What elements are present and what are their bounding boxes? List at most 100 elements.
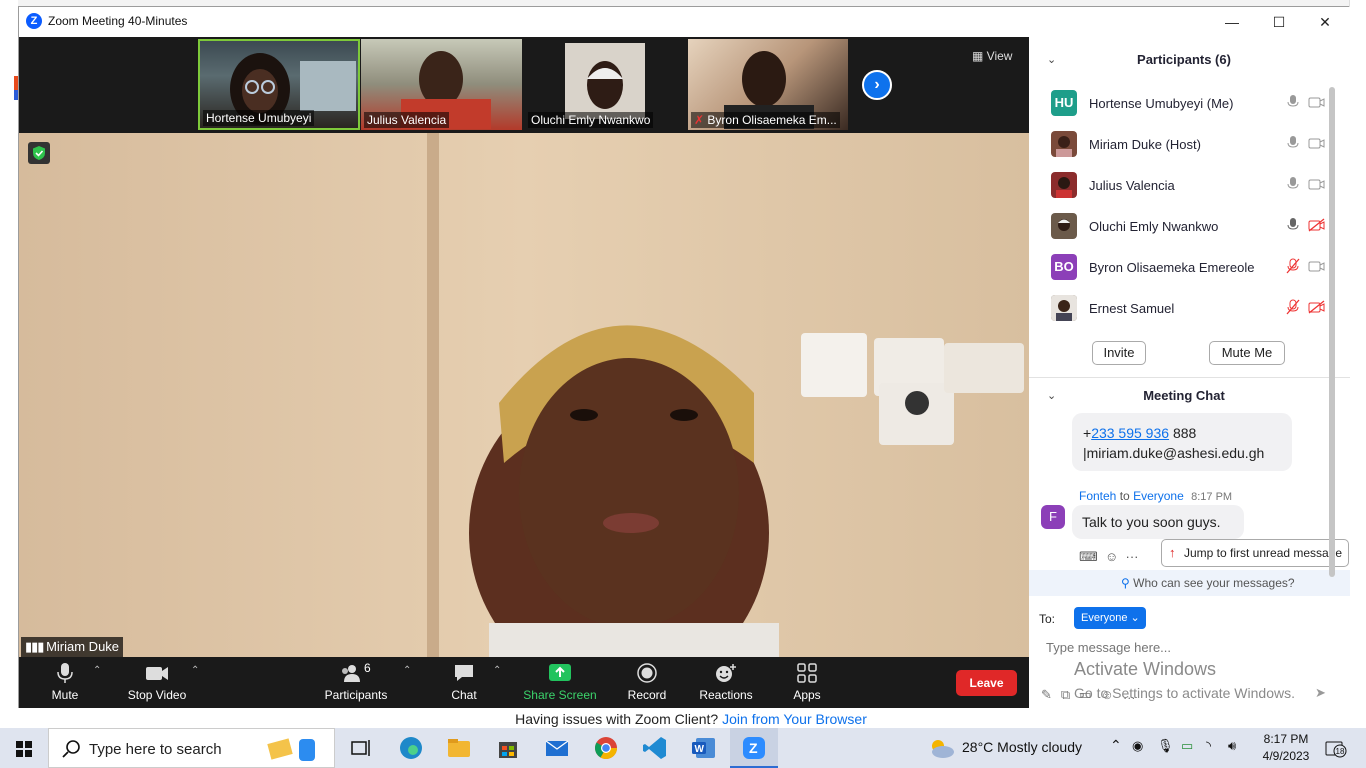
record-button[interactable]: Record [625,662,669,702]
participant-row[interactable]: Julius Valencia [1049,170,1331,200]
volume-icon[interactable]: 🔊︎ [1228,738,1236,754]
chat-message-input[interactable] [1046,637,1336,657]
participant-name: Miriam Duke (Host) [1089,137,1201,152]
participant-row[interactable]: Oluchi Emly Nwankwo [1049,211,1331,241]
audio-options-chevron-icon[interactable]: ⌃ [93,665,101,676]
to-label: To: [1039,612,1056,626]
video-off-icon[interactable] [1308,299,1326,315]
jump-to-unread-button[interactable]: ↑ Jump to first unread message [1161,539,1349,567]
zoom-taskbar-button[interactable]: Z [730,728,778,768]
microphone-icon[interactable] [1286,94,1300,110]
chevron-down-icon: ⌄ [1130,612,1140,624]
mute-me-button[interactable]: Mute Me [1209,341,1285,365]
send-icon[interactable]: ➤ [1315,685,1337,703]
windows-start-icon[interactable] [10,734,38,762]
maximize-button[interactable]: ☐ [1256,7,1302,37]
chrome-icon[interactable] [592,734,620,762]
battery-icon[interactable]: ▭ [1181,738,1193,754]
minimize-button[interactable]: — [1209,7,1255,37]
video-options-chevron-icon[interactable]: ⌃ [191,665,199,676]
share-screen-button[interactable]: Share Screen [521,662,599,702]
zoom-app-icon: Z [743,737,765,759]
vscode-icon[interactable] [641,734,669,762]
chat-options-chevron-icon[interactable]: ⌃ [493,665,501,676]
sender-name[interactable]: Fonteh [1079,489,1116,503]
close-button[interactable]: ✕ [1302,7,1348,37]
format-icon[interactable]: ✎ [1041,687,1061,702]
microphone-icon[interactable] [1286,217,1300,233]
participant-name: Oluchi Emly Nwankwo [1089,219,1219,234]
video-camera-icon[interactable] [1308,258,1326,274]
microphone-in-use-icon[interactable]: 🎙︎ [1157,738,1174,754]
chat-panel-title: Meeting Chat [1143,388,1225,403]
active-speaker-video: ▮▮▮ Miriam Duke [19,133,1029,657]
encryption-shield-icon[interactable] [28,142,50,164]
chat-button[interactable]: Chat [447,662,481,702]
participants-button[interactable]: 6 Participants [321,662,391,702]
participant-row[interactable]: BO Byron Olisaemeka Emereole [1049,252,1331,282]
invite-button[interactable]: Invite [1092,341,1146,365]
search-highlight-icon [267,738,315,761]
participants-icon: 6 [342,662,371,682]
task-view-icon[interactable] [347,734,375,762]
reply-icon[interactable]: ⌨ [1079,549,1098,564]
wifi-icon[interactable]: ◝ [1206,738,1211,754]
microphone-icon [57,663,73,683]
who-can-see-link[interactable]: ⚲ Who can see your messages? [1029,570,1350,596]
thumbnail-julius[interactable]: Julius Valencia [361,39,522,130]
screenshot-icon[interactable]: ⧉ [1061,687,1079,702]
weather-cloudy-icon[interactable] [926,736,956,760]
mic-muted-icon[interactable] [1286,258,1300,274]
view-button[interactable]: ▦ View [972,49,1012,63]
taskbar-clock[interactable]: 8:17 PM 4/9/2023 [1256,731,1316,765]
video-camera-icon[interactable] [1308,176,1326,192]
thumbnail-oluchi[interactable]: Oluchi Emly Nwankwo [525,39,685,130]
background-browser-left [0,0,18,728]
notification-center-icon[interactable]: 18 [1325,740,1347,758]
reactions-button[interactable]: Reactions [699,662,753,702]
video-camera-icon[interactable] [1308,94,1326,110]
apps-button[interactable]: Apps [789,662,825,702]
title-bar: Z Zoom Meeting 40-Minutes — ☐ ✕ [19,7,1350,37]
reactions-smiley-icon [716,664,736,682]
weather-text[interactable]: 28°C Mostly cloudy [962,739,1082,755]
panel-scrollbar[interactable] [1329,87,1335,577]
mute-button[interactable]: Mute [47,662,83,702]
mail-icon[interactable] [543,734,571,762]
avatar [1051,131,1077,157]
leave-button[interactable]: Leave [956,670,1017,696]
microphone-icon[interactable] [1286,135,1300,151]
recipient-dropdown[interactable]: Everyone ⌄ [1074,607,1146,629]
word-icon[interactable]: W [690,734,718,762]
participant-row[interactable]: HU Hortense Umubyeyi (Me) [1049,88,1331,118]
join-from-browser-link[interactable]: Join from Your Browser [722,711,867,727]
add-reaction-icon[interactable]: ☺ [1105,549,1118,564]
mic-muted-icon[interactable] [1286,299,1300,315]
camera-in-use-icon[interactable]: ◉ [1132,738,1143,754]
participant-row[interactable]: Ernest Samuel [1049,293,1331,323]
chevron-up-icon[interactable]: ⌃ [1110,737,1122,754]
avatar [1051,295,1077,321]
taskbar-search-box[interactable]: Type here to search [48,728,335,768]
microphone-icon[interactable] [1286,176,1300,192]
zoom-window: Z Zoom Meeting 40-Minutes — ☐ ✕ Hortense… [18,6,1350,709]
video-camera-icon [146,667,168,680]
stop-video-button[interactable]: Stop Video [125,662,189,702]
microsoft-store-icon[interactable] [494,734,522,762]
more-options-icon[interactable]: ··· [1126,549,1139,564]
side-panel: ⌄ Participants (6) HU Hortense Umubyeyi … [1029,37,1350,709]
thumbnail-byron[interactable]: ✗ Byron Olisaemeka Em... [688,39,848,130]
participant-row[interactable]: Miriam Duke (Host) [1049,129,1331,159]
speaker-name-label: ▮▮▮ Miriam Duke [21,637,124,657]
file-icon[interactable]: ▭ [1079,687,1100,702]
more-icon[interactable]: … [1123,687,1145,702]
file-explorer-icon[interactable] [445,734,473,762]
edge-browser-icon[interactable] [397,734,425,762]
participants-options-chevron-icon[interactable]: ⌃ [403,665,411,676]
thumbnail-hortense[interactable]: Hortense Umubyeyi [198,39,360,130]
next-page-button[interactable]: › [862,70,892,100]
phone-link[interactable]: 233 595 936 [1091,425,1169,441]
video-camera-icon[interactable] [1308,135,1326,151]
video-off-icon[interactable] [1308,217,1326,233]
emoji-icon[interactable]: ☺ [1101,687,1123,702]
